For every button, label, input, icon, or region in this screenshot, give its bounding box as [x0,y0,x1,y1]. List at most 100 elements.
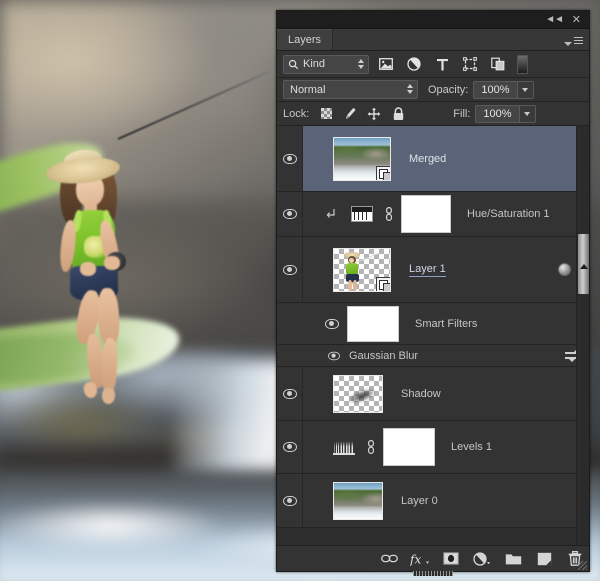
shape-layers-filter-icon[interactable] [459,54,481,74]
clipping-mask-icon [325,208,347,220]
new-group-button[interactable] [503,549,523,569]
layer-name[interactable]: Shadow [401,388,441,400]
eye-icon[interactable] [325,319,339,329]
smart-filter-item[interactable]: Gaussian Blur [277,345,589,367]
eye-icon [283,265,297,275]
layer-name[interactable]: Layer 0 [401,495,438,507]
lock-image-pixels-icon[interactable] [343,107,357,121]
layer-mask-thumbnail[interactable] [401,195,451,233]
girl-figure [40,148,170,403]
eye-icon [283,154,297,164]
smart-object-badge-icon [376,277,391,292]
hand-right [104,256,120,270]
search-icon [288,59,299,70]
opacity-value: 100% [474,84,516,96]
panel-tab-strip: Layers [277,29,589,51]
tab-layers-label: Layers [288,34,321,46]
layers-panel-toolbar: fx [277,545,589,571]
scroll-up-arrow-icon[interactable] [580,264,588,269]
table-row[interactable]: Layer 0 [277,474,589,528]
close-icon[interactable]: ✕ [572,13,581,27]
layer-name[interactable]: Hue/Saturation 1 [467,208,550,220]
fill-dropdown-icon[interactable] [519,106,535,122]
type-layers-filter-icon[interactable] [431,54,453,74]
table-row[interactable]: Shadow [277,367,589,421]
layer-visibility-toggle[interactable] [277,126,303,191]
layer-list[interactable]: Merged [277,126,589,545]
blend-mode-value: Normal [290,84,325,96]
layer-name[interactable]: Levels 1 [451,441,492,453]
fill-field[interactable]: 100% [475,105,535,123]
lock-label: Lock: [283,108,309,120]
smart-filter-mask-thumbnail[interactable] [347,306,399,342]
table-row[interactable]: Merged [277,126,589,192]
filter-kind-stepper[interactable] [358,59,364,69]
lock-position-icon[interactable] [367,107,381,121]
pixel-layers-filter-icon[interactable] [375,54,397,74]
opacity-label: Opacity: [428,84,468,96]
layer-style-button[interactable]: fx [410,549,430,569]
layer-list-scrollbar[interactable] [576,126,589,545]
panel-resize-handle[interactable] [413,571,453,576]
smart-object-badge-icon [376,166,391,181]
add-layer-mask-button[interactable] [441,549,461,569]
levels-thumbnail[interactable] [329,440,359,455]
filter-enable-toggle[interactable] [517,55,528,74]
smart-object-filter-icon[interactable] [487,54,509,74]
new-layer-button[interactable] [534,549,554,569]
filter-kind-label: Kind [303,58,325,70]
layer-visibility-toggle[interactable] [277,367,303,420]
smart-filters-label: Smart Filters [415,318,477,330]
layer-thumbnail[interactable] [333,375,383,413]
lock-transparent-pixels-icon[interactable] [319,107,333,121]
opacity-field[interactable]: 100% [473,81,533,99]
shin-right [101,338,118,394]
new-adjustment-layer-button[interactable] [472,549,492,569]
fill-label: Fill: [453,108,470,120]
link-mask-icon[interactable] [382,207,396,221]
adjustment-layers-filter-icon[interactable] [403,54,425,74]
layer-visibility-toggle[interactable] [277,421,303,473]
fill-value: 100% [476,108,518,120]
eye-icon[interactable] [328,351,340,360]
lock-all-icon[interactable] [391,107,405,121]
tab-layers[interactable]: Layers [277,29,333,50]
panel-title-bar: ◄◄ ✕ [277,11,589,29]
lock-row: Lock: [277,102,589,126]
opacity-dropdown-icon[interactable] [517,82,533,98]
eye-icon [283,496,297,506]
panel-resize-grip[interactable] [578,561,587,570]
smart-filters-row[interactable]: Smart Filters [277,303,589,345]
collapse-icon[interactable]: ◄◄ [545,13,563,27]
screenshot-root: ◄◄ ✕ Layers Kind [0,0,600,581]
smart-filter-visibility-toggle[interactable] [558,263,571,276]
layer-name-input[interactable]: Layer 1 [409,263,446,277]
layers-panel: ◄◄ ✕ Layers Kind [276,10,590,572]
svg-text:fx: fx [410,552,421,566]
panel-menu-icon[interactable] [565,33,583,47]
blend-mode-select[interactable]: Normal [283,80,418,99]
link-mask-icon[interactable] [364,440,378,454]
layer-visibility-toggle[interactable] [277,237,303,302]
filter-kind-select[interactable]: Kind [283,55,369,74]
eye-icon [283,442,297,452]
layer-thumbnail[interactable] [333,248,391,292]
eye-icon [283,209,297,219]
layer-visibility-toggle[interactable] [277,192,303,236]
layer-filter-bar: Kind [277,51,589,78]
layer-thumbnail[interactable] [333,482,383,520]
table-row[interactable]: Layer 1 [277,237,589,303]
blend-mode-stepper[interactable] [407,84,413,94]
table-row[interactable]: Levels 1 [277,421,589,474]
link-layers-button[interactable] [379,549,399,569]
layer-thumbnail[interactable] [333,137,391,181]
foot-right [101,388,115,405]
layer-mask-thumbnail[interactable] [383,428,435,466]
blend-mode-row: Normal Opacity: 100% [277,78,589,102]
layer-visibility-toggle[interactable] [277,474,303,527]
eye-icon [283,389,297,399]
table-row[interactable]: Hue/Saturation 1 [277,192,589,237]
hue-saturation-thumbnail[interactable] [347,206,377,222]
layer-name[interactable]: Merged [409,153,446,165]
hand-left [80,262,96,276]
